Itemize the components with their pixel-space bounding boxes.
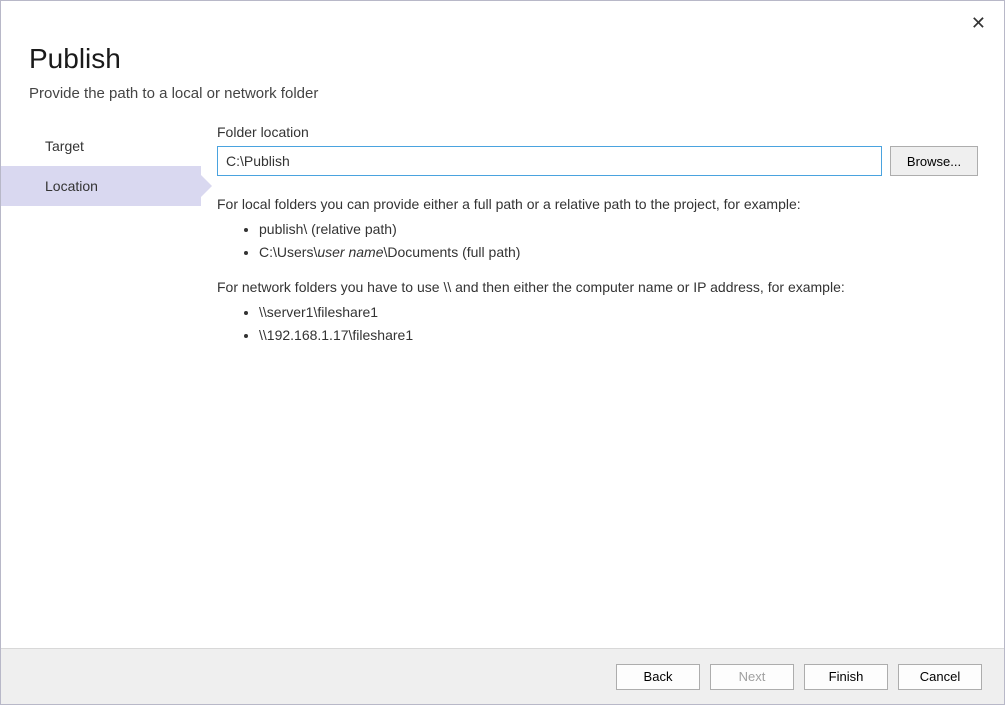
help-network-item: \\server1\fileshare1 <box>259 302 978 323</box>
help-local-item: publish\ (relative path) <box>259 219 978 240</box>
cancel-button[interactable]: Cancel <box>898 664 982 690</box>
help-local-item: C:\Users\user name\Documents (full path) <box>259 242 978 263</box>
page-title: Publish <box>29 43 976 75</box>
folder-input-row: Browse... <box>217 146 978 176</box>
browse-button[interactable]: Browse... <box>890 146 978 176</box>
page-subtitle: Provide the path to a local or network f… <box>29 85 976 102</box>
folder-location-label: Folder location <box>217 124 978 140</box>
wizard-sidebar: Target Location <box>1 112 201 622</box>
help-network-item: \\192.168.1.17\fileshare1 <box>259 325 978 346</box>
help-text: For local folders you can provide either… <box>217 194 978 346</box>
help-network-intro: For network folders you have to use \\ a… <box>217 277 978 298</box>
finish-button[interactable]: Finish <box>804 664 888 690</box>
content-panel: Folder location Browse... For local fold… <box>201 112 1004 622</box>
close-icon: ✕ <box>971 13 986 33</box>
back-button[interactable]: Back <box>616 664 700 690</box>
sidebar-item-target[interactable]: Target <box>1 126 201 166</box>
sidebar-item-label: Target <box>45 138 84 154</box>
sidebar-item-location[interactable]: Location <box>1 166 201 206</box>
close-button[interactable]: ✕ <box>971 13 986 34</box>
help-local-list: publish\ (relative path) C:\Users\user n… <box>217 219 978 263</box>
wizard-footer: Back Next Finish Cancel <box>1 648 1004 704</box>
help-local-intro: For local folders you can provide either… <box>217 194 978 215</box>
header: Publish Provide the path to a local or n… <box>1 1 1004 112</box>
folder-location-input[interactable] <box>217 146 882 176</box>
sidebar-item-label: Location <box>45 178 98 194</box>
main-area: Target Location Folder location Browse..… <box>1 112 1004 622</box>
help-network-list: \\server1\fileshare1 \\192.168.1.17\file… <box>217 302 978 346</box>
next-button: Next <box>710 664 794 690</box>
